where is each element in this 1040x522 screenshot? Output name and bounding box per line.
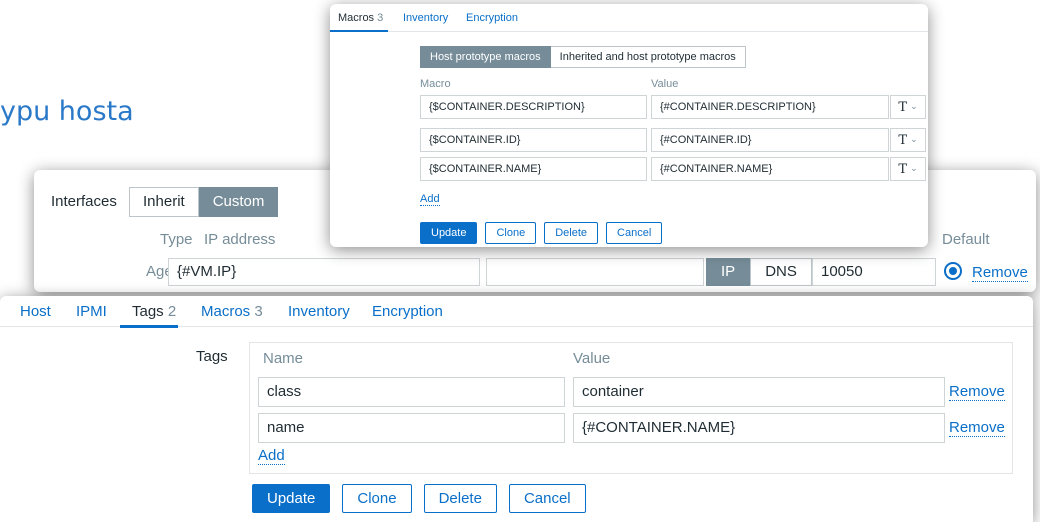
tag-row: name {#CONTAINER.NAME} Remove — [258, 413, 1008, 443]
interfaces-mode-switch: Inherit Custom — [129, 187, 279, 217]
tab-count: 2 — [167, 303, 177, 320]
chevron-down-icon: ⌄ — [910, 135, 918, 145]
tab-host[interactable]: Host — [20, 303, 51, 320]
text-type-icon: T — [898, 161, 908, 177]
tab-ipmi[interactable]: IPMI — [76, 303, 107, 320]
macro-type-dropdown[interactable]: T ⌄ — [890, 128, 926, 152]
default-interface-radio[interactable] — [944, 262, 962, 280]
tag-value-input[interactable]: container — [573, 377, 945, 407]
delete-button[interactable]: Delete — [423, 484, 497, 513]
page-heading: ypu hosta — [0, 96, 134, 127]
tab-count: 3 — [254, 303, 263, 320]
macro-row: {$CONTAINER.ID} {#CONTAINER.ID} T ⌄ — [420, 128, 926, 152]
update-button[interactable]: Update — [420, 222, 478, 244]
active-tab-indicator — [330, 30, 388, 32]
tab-encryption[interactable]: Encryption — [466, 12, 518, 24]
tag-name-input[interactable]: name — [258, 413, 565, 443]
update-button[interactable]: Update — [252, 484, 331, 513]
chevron-down-icon: ⌄ — [910, 164, 918, 174]
macro-row: {$CONTAINER.DESCRIPTION} {#CONTAINER.DES… — [420, 95, 926, 119]
column-header-value: Value — [651, 78, 679, 90]
tags-panel: Host IPMI Tags 2 Macros 3 Inventory Encr… — [0, 296, 1033, 522]
text-type-icon: T — [898, 132, 908, 148]
tab-encryption[interactable]: Encryption — [372, 303, 443, 320]
tab-inventory[interactable]: Inventory — [403, 12, 448, 24]
macros-form-buttons: Update Clone Delete Cancel — [420, 222, 663, 244]
tab-macros[interactable]: Macros 3 — [338, 12, 383, 24]
column-header-default: Default — [942, 231, 990, 248]
macro-value-input[interactable]: {#CONTAINER.NAME} — [651, 157, 889, 181]
macro-value-input[interactable]: {#CONTAINER.ID} — [651, 128, 889, 152]
segment-inherited-macros[interactable]: Inherited and host prototype macros — [550, 46, 746, 68]
interfaces-label: Interfaces — [51, 193, 117, 210]
segment-dns[interactable]: DNS — [750, 258, 812, 286]
column-header-value: Value — [573, 350, 611, 367]
segment-host-prototype-macros[interactable]: Host prototype macros — [420, 46, 551, 68]
macro-name-input[interactable]: {$CONTAINER.ID} — [420, 128, 647, 152]
macros-panel: Macros 3 Inventory Encryption Host proto… — [330, 4, 928, 247]
macro-type-dropdown[interactable]: T ⌄ — [890, 157, 926, 181]
add-tag-link[interactable]: Add — [258, 447, 285, 465]
remove-tag-link[interactable]: Remove — [949, 419, 1005, 437]
column-header-ip-address: IP address — [204, 231, 276, 248]
column-header-name: Name — [263, 350, 304, 367]
tag-name-input[interactable]: class — [258, 377, 565, 407]
macros-panel-tabs: Macros 3 Inventory Encryption — [330, 4, 928, 32]
column-header-macro: Macro — [420, 78, 451, 90]
macro-value-input[interactable]: {#CONTAINER.DESCRIPTION} — [651, 95, 889, 119]
connect-to-switch: IP DNS — [706, 258, 812, 286]
tab-inventory[interactable]: Inventory — [288, 303, 350, 320]
remove-tag-link[interactable]: Remove — [949, 383, 1005, 401]
cancel-button[interactable]: Cancel — [508, 484, 586, 513]
add-macro-link[interactable]: Add — [420, 193, 440, 206]
tags-label: Tags — [196, 348, 228, 365]
ip-address-input[interactable]: {#VM.IP} — [168, 258, 480, 286]
tags-form-buttons: Update Clone Delete Cancel — [252, 484, 586, 513]
segment-ip[interactable]: IP — [706, 258, 751, 286]
active-tab-indicator — [120, 325, 178, 328]
segment-inherit[interactable]: Inherit — [129, 187, 199, 217]
dns-name-input[interactable] — [486, 258, 704, 286]
tab-tags[interactable]: Tags 2 — [132, 303, 176, 320]
tab-count: 3 — [377, 12, 384, 24]
macro-type-dropdown[interactable]: T ⌄ — [890, 95, 926, 119]
tag-value-input[interactable]: {#CONTAINER.NAME} — [573, 413, 945, 443]
tag-row: class container Remove — [258, 377, 1008, 407]
tab-macros[interactable]: Macros 3 — [201, 303, 263, 320]
macro-name-input[interactable]: {$CONTAINER.DESCRIPTION} — [420, 95, 647, 119]
macro-name-input[interactable]: {$CONTAINER.NAME} — [420, 157, 647, 181]
tags-table — [249, 342, 1013, 474]
column-header-type: Type — [160, 231, 193, 248]
clone-button[interactable]: Clone — [485, 222, 537, 244]
clone-button[interactable]: Clone — [342, 484, 412, 513]
cancel-button[interactable]: Cancel — [606, 222, 663, 244]
remove-interface-link[interactable]: Remove — [972, 264, 1028, 282]
macro-row: {$CONTAINER.NAME} {#CONTAINER.NAME} T ⌄ — [420, 157, 926, 181]
macro-source-switch: Host prototype macros Inherited and host… — [420, 46, 746, 68]
host-form-tabs: Host IPMI Tags 2 Macros 3 Inventory Encr… — [0, 296, 1033, 328]
segment-custom[interactable]: Custom — [198, 187, 279, 217]
chevron-down-icon: ⌄ — [910, 102, 918, 112]
port-input[interactable]: 10050 — [812, 258, 936, 286]
text-type-icon: T — [898, 99, 908, 115]
delete-button[interactable]: Delete — [544, 222, 599, 244]
